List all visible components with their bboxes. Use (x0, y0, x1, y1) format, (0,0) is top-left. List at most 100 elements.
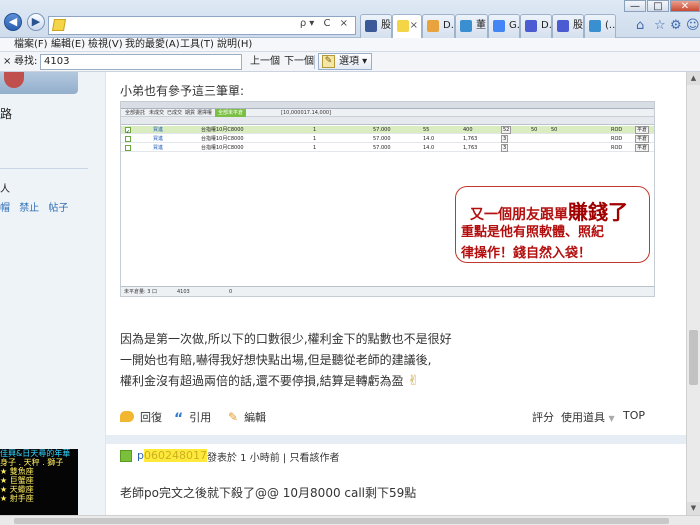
menu-tools[interactable]: 工具(T) (180, 38, 214, 52)
menu-help[interactable]: 說明(H) (217, 38, 252, 52)
promo-callout: 又一個朋友跟單賺錢了 重點是他有照軟體、照紀 律操作！錢自然入袋！ (455, 186, 650, 263)
embed-cell-p2: 1,763 (463, 145, 478, 151)
rate-button[interactable]: 評分 (532, 409, 554, 425)
tab-label: (... (605, 20, 616, 31)
menu-view[interactable]: 檢視(V) (88, 38, 123, 52)
online-status-icon (120, 450, 132, 462)
scrollbar-thumb[interactable] (689, 330, 698, 385)
divider (0, 168, 88, 169)
tab-8[interactable]: (... (584, 14, 616, 38)
embed-cell-qty: 1 (313, 136, 317, 142)
tools-label: 使用道具 (561, 411, 605, 424)
embed-cell-p2: 400 (463, 127, 473, 133)
embed-filter-label: 未成交 (149, 110, 165, 116)
author-link[interactable]: 帽 (0, 203, 10, 214)
username-masked: 060248017 (143, 449, 207, 462)
gear-icon[interactable]: ⚙ (670, 18, 682, 33)
author-only-link[interactable]: 只看該作者 (289, 453, 339, 464)
embed-cell-mark: ✓ (125, 127, 131, 135)
embed-filter-label: 選擇權 (197, 110, 213, 116)
vertical-scrollbar[interactable]: ▲ ▼ (686, 72, 700, 515)
avatar[interactable] (0, 72, 78, 94)
tab-7[interactable]: 股... (552, 14, 584, 38)
tab-close-icon[interactable]: × (410, 15, 418, 37)
tab-5[interactable]: G... (488, 14, 520, 38)
reply-button[interactable]: 回復 (120, 409, 162, 425)
menu-edit[interactable]: 編輯(E) (51, 38, 85, 52)
embed-cell-tag: ROD (611, 145, 623, 151)
ban-link[interactable]: 禁止 (19, 203, 39, 214)
embed-cell-p5: 50 (551, 127, 558, 133)
minimize-button[interactable]: — (624, 0, 646, 12)
find-previous-button[interactable]: 上一個 (250, 52, 280, 71)
horizontal-scrollbar[interactable] (0, 515, 700, 525)
embed-filter-label: 全部委託 (125, 110, 146, 116)
embed-cell-qty: 1 (313, 145, 317, 151)
forward-button[interactable]: ▶ (27, 13, 45, 31)
post-text-line-with-emoji: 權利金沒有超過兩倍的話,還不要停損,結算是轉虧為盈 ✌ (120, 372, 419, 389)
embed-filter-active: 全部未平倉 (215, 109, 247, 117)
reply-meta: 發表於 1 小時前 | 只看該作者 (207, 449, 339, 464)
back-button[interactable]: ◀ (4, 13, 22, 31)
find-label: 尋找: (14, 56, 38, 67)
post-text-line: 因為是第一次做,所以下的口數很少,權利金下的點數也不是很好 (120, 332, 452, 346)
embed-cell-value: 14.0 (423, 136, 435, 142)
embed-cell-p2: 1,763 (463, 136, 478, 142)
embed-cell-act: 平倉 (635, 144, 650, 152)
signature-row: ★ 巨蟹座 (0, 476, 34, 485)
ie-icon (589, 20, 601, 32)
tab-label: D... (443, 20, 454, 31)
pencil-icon: ✎ (322, 55, 335, 68)
scroll-up-icon[interactable]: ▲ (687, 72, 700, 85)
find-input[interactable]: 4103 (40, 54, 242, 70)
signature-row: ★ 射手座 (0, 494, 34, 503)
tab-1[interactable]: 股... (360, 14, 392, 38)
embed-cell-name: 台指權10月C8000 (201, 136, 244, 142)
maximize-button[interactable]: □ (647, 0, 669, 12)
embed-cell-value: 55 (423, 127, 430, 133)
embed-cell-price: 57.000 (373, 145, 391, 151)
embed-cell-code: 買進 (153, 136, 164, 142)
reply-header: p060248017 發表於 1 小時前 | 只看該作者 (106, 444, 686, 472)
scrollbar-thumb[interactable] (14, 518, 669, 524)
embed-cell-name: 台指權10月C8000 (201, 145, 244, 151)
window-close-button[interactable]: ✕ (670, 0, 700, 12)
author-links: 帽 禁止 帖子 (0, 199, 74, 214)
tab-2-active[interactable]: × (392, 14, 422, 39)
star-icon[interactable]: ☆ (654, 18, 666, 33)
tools-dropdown[interactable]: 使用道具 ▼ (561, 409, 615, 425)
author-group: 人 (0, 184, 10, 195)
home-icon[interactable]: ⌂ (636, 18, 644, 33)
find-next-button[interactable]: 下一個 (284, 52, 314, 71)
post-text-line: 一開始也有賠,嚇得我好想快點出場,但是聽從老師的建議後, (120, 353, 432, 367)
edit-button[interactable]: ✎ 編輯 (228, 409, 266, 425)
smiley-icon[interactable]: ☺ (686, 18, 700, 33)
victory-hand-icon: ✌ (407, 373, 420, 389)
address-tools[interactable]: ρ▾ C × (300, 18, 351, 29)
app-icon (525, 20, 537, 32)
scroll-down-icon[interactable]: ▼ (687, 502, 700, 515)
reply-username[interactable]: p060248017 (137, 449, 207, 462)
post-intro-text: 小弟也有參予這三筆單: (120, 84, 245, 98)
username-prefix: p (137, 449, 144, 462)
embed-cell-code: 買進 (153, 145, 164, 151)
address-bar[interactable]: ρ▾ C × (48, 16, 356, 35)
quote-button[interactable]: “ 引用 (174, 409, 211, 427)
find-close-icon[interactable]: × (3, 52, 11, 71)
menu-file[interactable]: 檔案(F) (14, 38, 48, 52)
embed-cell-price: 57.000 (373, 136, 391, 142)
callout-line-2: 重點是他有照軟體、照紀 (461, 225, 605, 240)
tab-3[interactable]: D... (422, 14, 455, 38)
ie-icon (460, 20, 472, 32)
signature-banner-image: 佳興&日天尋的年華 身子 . 天秤 . 獅子 ★ 雙魚座 ★ 巨蟹座 ★ 天蠍座… (0, 449, 78, 515)
embed-status-label: 未平倉量: 3 口 (124, 289, 158, 295)
top-button[interactable]: TOP (623, 409, 645, 422)
tab-4[interactable]: 董... (455, 14, 488, 38)
menu-favorites[interactable]: 我的最愛(A) (125, 38, 180, 52)
embed-table-header (121, 117, 654, 125)
find-options-button[interactable]: ✎ 選項 ▾ (318, 53, 373, 70)
posts-link[interactable]: 帖子 (48, 203, 68, 214)
embed-status-bar: 未平倉量: 3 口 4103 0 (121, 286, 654, 296)
post-action-bar: 回復 “ 引用 ✎ 編輯 評分 使用道具 ▼ TOP (106, 405, 686, 429)
tab-6[interactable]: D... (520, 14, 552, 38)
